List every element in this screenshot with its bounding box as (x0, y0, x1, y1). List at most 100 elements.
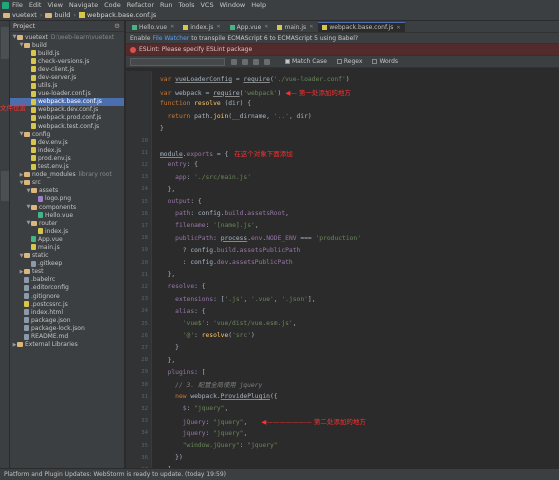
project-panel-title[interactable]: Project (13, 22, 35, 30)
tree-item[interactable]: .editorconfig (10, 284, 124, 292)
select-all-occurrences-icon[interactable] (264, 58, 270, 65)
tree-item[interactable]: ▼ assets (10, 187, 124, 195)
tree-item[interactable]: utils.js (10, 82, 124, 90)
menu-item-tools[interactable]: Tools (178, 1, 194, 9)
search-input[interactable] (130, 57, 225, 66)
regex-checkbox[interactable]: Regex (336, 58, 363, 65)
status-text[interactable]: Platform and Plugin Updates: WebStorm is… (4, 471, 226, 478)
file-icon (31, 260, 36, 267)
code-area[interactable]: var vueLoaderConfig = require('./vue-loa… (126, 71, 559, 473)
regex-label: Regex (343, 58, 363, 65)
tree-item[interactable]: test.env.js (10, 163, 124, 171)
chevron-right-icon: › (73, 11, 76, 19)
tree-item[interactable]: check-versions.js (10, 57, 124, 65)
annotation-text: 第二处添加的地方 (313, 418, 366, 427)
tree-item[interactable]: package-lock.json (10, 324, 124, 332)
tree-item[interactable]: prod.env.js (10, 154, 124, 162)
tree-item[interactable]: ▼ static (10, 252, 124, 260)
tree-item[interactable]: ▶ External Libraries (10, 341, 124, 349)
menu-item-help[interactable]: Help (251, 1, 266, 9)
tree-item[interactable]: index.js (10, 146, 124, 154)
js-file-icon (31, 74, 36, 81)
tree-item[interactable]: dev-client.js (10, 65, 124, 73)
code-line: 23 extensions: ['.js', '.vue', '.json'], (126, 294, 559, 305)
menu-item-window[interactable]: Window (220, 1, 246, 9)
menu-item-refactor[interactable]: Refactor (127, 1, 154, 9)
menu-item-run[interactable]: Run (160, 1, 172, 9)
breadcrumb-item[interactable]: webpack.base.conf.js (79, 11, 156, 19)
tree-item[interactable]: index.html (10, 308, 124, 316)
menu-item-navigate[interactable]: Navigate (69, 1, 98, 9)
tree-item[interactable]: App.vue (10, 235, 124, 243)
close-icon[interactable]: ✕ (396, 25, 400, 31)
tree-item[interactable]: ▼ vuetext D:\web-learn\vuetext (10, 33, 124, 41)
tree-item[interactable]: ▶ test (10, 268, 124, 276)
tree-item[interactable]: .postcssrc.js (10, 300, 124, 308)
menu-item-file[interactable]: File (12, 1, 23, 9)
close-icon[interactable]: ✕ (264, 24, 268, 30)
editor-tab[interactable]: index.js ✕ (179, 22, 225, 32)
breadcrumb-item[interactable]: build › (45, 11, 76, 19)
tree-item[interactable]: ▼ build (10, 41, 124, 49)
tree-item-label: main.js (38, 243, 60, 251)
tree-item[interactable]: README.md (10, 332, 124, 340)
tree-item[interactable]: main.js (10, 243, 124, 251)
close-icon[interactable]: ✕ (216, 24, 220, 30)
tree-item[interactable]: ▼ src (10, 179, 124, 187)
find-all-icon[interactable] (253, 58, 259, 65)
tree-item[interactable]: Hello.vue (10, 211, 124, 219)
editor-tab[interactable]: main.js ✕ (273, 22, 318, 32)
tree-item[interactable]: index.js (10, 227, 124, 235)
editor-tab[interactable]: webpack.base.conf.js ✕ (318, 22, 405, 32)
tree-item[interactable]: webpack.test.conf.js (10, 122, 124, 130)
close-icon[interactable]: ✕ (309, 24, 313, 30)
editor-tab[interactable]: Hello.vue ✕ (128, 22, 179, 32)
next-occurrence-icon[interactable] (242, 58, 248, 65)
match-case-checkbox[interactable]: Match Case (285, 58, 327, 65)
tab-label: Hello.vue (139, 23, 168, 31)
file-icon (24, 317, 29, 324)
tree-item[interactable]: dev.env.js (10, 138, 124, 146)
file-watcher-link[interactable]: File Watcher (152, 35, 189, 42)
tree-item[interactable]: ▶ node_modules library root (10, 171, 124, 179)
line-number: 21 (141, 271, 148, 278)
project-tool-window-tab[interactable] (1, 27, 9, 59)
tree-item[interactable]: dev-server.js (10, 73, 124, 81)
tree-item[interactable]: webpack.base.conf.js (10, 97, 124, 106)
code-text: }, (160, 356, 176, 364)
tree-item-label: node_modules (32, 171, 76, 179)
words-checkbox[interactable]: Words (372, 58, 398, 65)
folder-icon (17, 342, 23, 348)
tree-item[interactable]: ▼ components (10, 203, 124, 211)
breadcrumb-label: vuetext (12, 11, 37, 19)
menu-item-vcs[interactable]: VCS (200, 1, 213, 9)
tree-item[interactable]: ▼ config (10, 130, 124, 138)
tree-item[interactable]: package.json (10, 316, 124, 324)
file-icon (24, 309, 29, 316)
tree-item[interactable]: webpack.prod.conf.js (10, 114, 124, 122)
menu-item-view[interactable]: View (47, 1, 62, 9)
close-icon[interactable]: ✕ (170, 24, 174, 30)
tree-item[interactable]: .babelrc (10, 276, 124, 284)
gear-icon[interactable]: ⚙ (114, 22, 120, 30)
breadcrumb-item[interactable]: vuetext › (3, 11, 42, 19)
tree-item[interactable]: build.js (10, 49, 124, 57)
tree-item[interactable]: webpack.dev.conf.js (10, 106, 124, 114)
tree-item-label: .postcssrc.js (31, 300, 68, 308)
menu-item-edit[interactable]: Edit (29, 1, 42, 9)
structure-tool-window-tab[interactable] (1, 171, 9, 201)
tree-item-label: webpack.base.conf.js (38, 98, 102, 106)
folder-icon (24, 131, 30, 137)
menu-item-code[interactable]: Code (104, 1, 121, 9)
tree-item[interactable]: logo.png (10, 195, 124, 203)
tree-item[interactable]: .gitkeep (10, 260, 124, 268)
prev-occurrence-icon[interactable] (231, 58, 237, 65)
tree-item-label: build.js (38, 49, 60, 57)
js-file-icon (31, 50, 36, 57)
tree-item[interactable]: vue-loader.conf.js (10, 90, 124, 98)
code-line: 24 alias: { (126, 306, 559, 317)
tree-item[interactable]: .gitignore (10, 292, 124, 300)
tree-item[interactable]: ▼ router (10, 219, 124, 227)
editor-tab[interactable]: App.vue ✕ (225, 22, 273, 32)
eslint-notice-text[interactable]: ESLint: Please specify ESLint package (139, 46, 252, 53)
